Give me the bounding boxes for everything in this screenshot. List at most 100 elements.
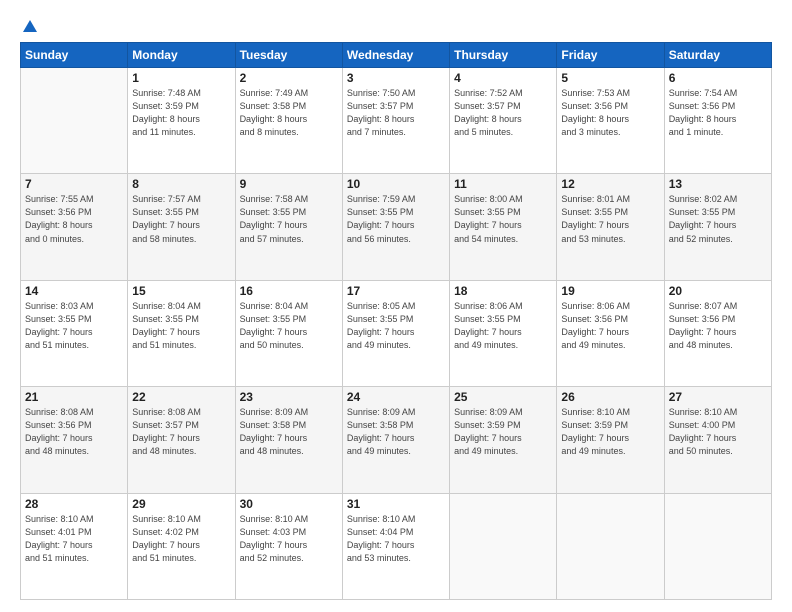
- calendar-day-4: 4 Sunrise: 7:52 AM Sunset: 3:57 PM Daylig…: [450, 68, 557, 174]
- day-number: 30: [240, 497, 338, 511]
- calendar-week-row: 28Sunrise: 8:10 AM Sunset: 4:01 PM Dayli…: [21, 493, 772, 599]
- day-number: 3: [347, 71, 445, 85]
- calendar-day-6: 6 Sunrise: 7:54 AM Sunset: 3:56 PM Daylig…: [664, 68, 771, 174]
- day-number: 4: [454, 71, 552, 85]
- day-number: 11: [454, 177, 552, 191]
- calendar-day-9: 9Sunrise: 7:58 AM Sunset: 3:55 PM Daylig…: [235, 174, 342, 280]
- calendar-day-7: 7 Sunrise: 7:55 AM Sunset: 3:56 PM Daylig…: [21, 174, 128, 280]
- calendar-day-29: 29 Sunrise: 8:10 AM Sunset: 4:02 PM Dayli…: [128, 493, 235, 599]
- calendar-day-15: 15 Sunrise: 8:04 AM Sunset: 3:55 PM Dayli…: [128, 280, 235, 386]
- day-info: Sunrise: 8:04 AM Sunset: 3:55 PM Dayligh…: [240, 300, 338, 352]
- day-number: 25: [454, 390, 552, 404]
- day-header-saturday: Saturday: [664, 43, 771, 68]
- day-number: 6: [669, 71, 767, 85]
- day-header-tuesday: Tuesday: [235, 43, 342, 68]
- day-info: Sunrise: 8:02 AM Sunset: 3:55 PM Dayligh…: [669, 193, 767, 245]
- day-number: 21: [25, 390, 123, 404]
- calendar-day-20: 20 Sunrise: 8:07 AM Sunset: 3:56 PM Dayli…: [664, 280, 771, 386]
- day-header-wednesday: Wednesday: [342, 43, 449, 68]
- calendar-week-row: 21 Sunrise: 8:08 AM Sunset: 3:56 PM Dayli…: [21, 387, 772, 493]
- day-number: 27: [669, 390, 767, 404]
- calendar-day-11: 11 Sunrise: 8:00 AM Sunset: 3:55 PM Dayli…: [450, 174, 557, 280]
- calendar-empty-cell: [557, 493, 664, 599]
- day-info: Sunrise: 7:54 AM Sunset: 3:56 PM Dayligh…: [669, 87, 767, 139]
- day-number: 31: [347, 497, 445, 511]
- calendar-day-24: 24 Sunrise: 8:09 AM Sunset: 3:58 PM Dayli…: [342, 387, 449, 493]
- day-number: 20: [669, 284, 767, 298]
- page: SundayMondayTuesdayWednesdayThursdayFrid…: [0, 0, 792, 612]
- calendar-day-22: 22Sunrise: 8:08 AM Sunset: 3:57 PM Dayli…: [128, 387, 235, 493]
- day-number: 12: [561, 177, 659, 191]
- day-info: Sunrise: 8:09 AM Sunset: 3:59 PM Dayligh…: [454, 406, 552, 458]
- day-info: Sunrise: 8:08 AM Sunset: 3:56 PM Dayligh…: [25, 406, 123, 458]
- day-header-friday: Friday: [557, 43, 664, 68]
- day-info: Sunrise: 8:10 AM Sunset: 4:03 PM Dayligh…: [240, 513, 338, 565]
- calendar-empty-cell: [450, 493, 557, 599]
- logo-icon: [21, 18, 39, 36]
- logo: [20, 18, 40, 32]
- calendar-week-row: 14Sunrise: 8:03 AM Sunset: 3:55 PM Dayli…: [21, 280, 772, 386]
- calendar-day-19: 19 Sunrise: 8:06 AM Sunset: 3:56 PM Dayli…: [557, 280, 664, 386]
- day-number: 24: [347, 390, 445, 404]
- day-info: Sunrise: 8:10 AM Sunset: 4:02 PM Dayligh…: [132, 513, 230, 565]
- day-number: 2: [240, 71, 338, 85]
- header: [20, 18, 772, 32]
- day-info: Sunrise: 8:07 AM Sunset: 3:56 PM Dayligh…: [669, 300, 767, 352]
- day-number: 16: [240, 284, 338, 298]
- day-info: Sunrise: 7:55 AM Sunset: 3:56 PM Dayligh…: [25, 193, 123, 245]
- calendar-day-3: 3 Sunrise: 7:50 AM Sunset: 3:57 PM Daylig…: [342, 68, 449, 174]
- calendar-day-25: 25 Sunrise: 8:09 AM Sunset: 3:59 PM Dayli…: [450, 387, 557, 493]
- calendar-day-8: 8 Sunrise: 7:57 AM Sunset: 3:55 PM Daylig…: [128, 174, 235, 280]
- calendar-empty-cell: [664, 493, 771, 599]
- day-info: Sunrise: 7:48 AM Sunset: 3:59 PM Dayligh…: [132, 87, 230, 139]
- day-number: 5: [561, 71, 659, 85]
- calendar-day-17: 17Sunrise: 8:05 AM Sunset: 3:55 PM Dayli…: [342, 280, 449, 386]
- day-header-monday: Monday: [128, 43, 235, 68]
- day-info: Sunrise: 8:09 AM Sunset: 3:58 PM Dayligh…: [240, 406, 338, 458]
- day-info: Sunrise: 8:06 AM Sunset: 3:55 PM Dayligh…: [454, 300, 552, 352]
- calendar-day-1: 1Sunrise: 7:48 AM Sunset: 3:59 PM Daylig…: [128, 68, 235, 174]
- day-info: Sunrise: 7:53 AM Sunset: 3:56 PM Dayligh…: [561, 87, 659, 139]
- day-info: Sunrise: 7:59 AM Sunset: 3:55 PM Dayligh…: [347, 193, 445, 245]
- calendar-table: SundayMondayTuesdayWednesdayThursdayFrid…: [20, 42, 772, 600]
- calendar-day-27: 27 Sunrise: 8:10 AM Sunset: 4:00 PM Dayli…: [664, 387, 771, 493]
- calendar-day-31: 31Sunrise: 8:10 AM Sunset: 4:04 PM Dayli…: [342, 493, 449, 599]
- calendar-day-5: 5 Sunrise: 7:53 AM Sunset: 3:56 PM Daylig…: [557, 68, 664, 174]
- day-info: Sunrise: 8:04 AM Sunset: 3:55 PM Dayligh…: [132, 300, 230, 352]
- calendar-header-row: SundayMondayTuesdayWednesdayThursdayFrid…: [21, 43, 772, 68]
- day-number: 9: [240, 177, 338, 191]
- day-info: Sunrise: 8:06 AM Sunset: 3:56 PM Dayligh…: [561, 300, 659, 352]
- day-info: Sunrise: 8:09 AM Sunset: 3:58 PM Dayligh…: [347, 406, 445, 458]
- day-info: Sunrise: 8:03 AM Sunset: 3:55 PM Dayligh…: [25, 300, 123, 352]
- calendar-day-13: 13 Sunrise: 8:02 AM Sunset: 3:55 PM Dayli…: [664, 174, 771, 280]
- calendar-day-23: 23 Sunrise: 8:09 AM Sunset: 3:58 PM Dayli…: [235, 387, 342, 493]
- calendar-day-10: 10 Sunrise: 7:59 AM Sunset: 3:55 PM Dayli…: [342, 174, 449, 280]
- day-number: 26: [561, 390, 659, 404]
- day-info: Sunrise: 7:57 AM Sunset: 3:55 PM Dayligh…: [132, 193, 230, 245]
- day-number: 15: [132, 284, 230, 298]
- day-number: 7: [25, 177, 123, 191]
- calendar-day-28: 28Sunrise: 8:10 AM Sunset: 4:01 PM Dayli…: [21, 493, 128, 599]
- calendar-day-26: 26 Sunrise: 8:10 AM Sunset: 3:59 PM Dayli…: [557, 387, 664, 493]
- day-number: 23: [240, 390, 338, 404]
- day-number: 8: [132, 177, 230, 191]
- day-info: Sunrise: 7:52 AM Sunset: 3:57 PM Dayligh…: [454, 87, 552, 139]
- day-number: 19: [561, 284, 659, 298]
- day-info: Sunrise: 8:10 AM Sunset: 3:59 PM Dayligh…: [561, 406, 659, 458]
- calendar-day-12: 12Sunrise: 8:01 AM Sunset: 3:55 PM Dayli…: [557, 174, 664, 280]
- day-info: Sunrise: 8:08 AM Sunset: 3:57 PM Dayligh…: [132, 406, 230, 458]
- calendar-day-2: 2Sunrise: 7:49 AM Sunset: 3:58 PM Daylig…: [235, 68, 342, 174]
- day-info: Sunrise: 8:00 AM Sunset: 3:55 PM Dayligh…: [454, 193, 552, 245]
- day-info: Sunrise: 8:10 AM Sunset: 4:00 PM Dayligh…: [669, 406, 767, 458]
- day-info: Sunrise: 8:10 AM Sunset: 4:01 PM Dayligh…: [25, 513, 123, 565]
- calendar-day-16: 16 Sunrise: 8:04 AM Sunset: 3:55 PM Dayli…: [235, 280, 342, 386]
- day-number: 29: [132, 497, 230, 511]
- day-header-thursday: Thursday: [450, 43, 557, 68]
- calendar-empty-cell: [21, 68, 128, 174]
- day-number: 18: [454, 284, 552, 298]
- calendar-day-30: 30 Sunrise: 8:10 AM Sunset: 4:03 PM Dayli…: [235, 493, 342, 599]
- day-number: 13: [669, 177, 767, 191]
- calendar-week-row: 1Sunrise: 7:48 AM Sunset: 3:59 PM Daylig…: [21, 68, 772, 174]
- day-info: Sunrise: 7:50 AM Sunset: 3:57 PM Dayligh…: [347, 87, 445, 139]
- day-number: 10: [347, 177, 445, 191]
